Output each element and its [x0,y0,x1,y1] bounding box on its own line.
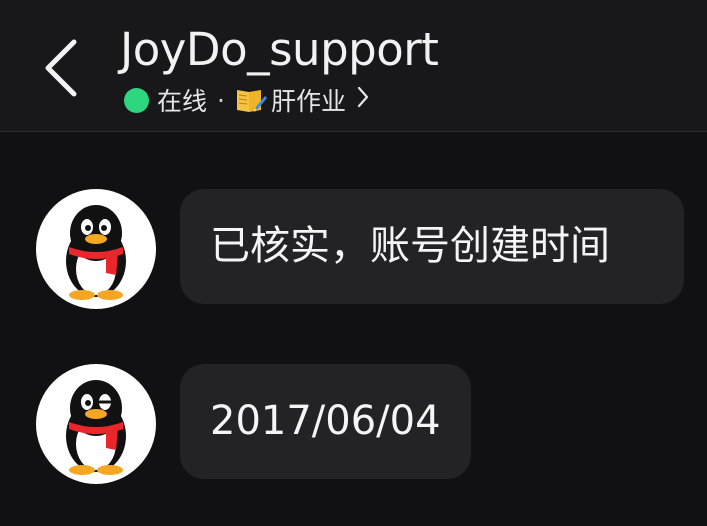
message-bubble[interactable]: 2017/06/04 [180,364,471,479]
activity-text: 肝作业 [270,87,346,116]
status-text: 在线 [157,87,208,116]
message-text: 2017/06/04 [210,398,441,444]
qq-penguin-avatar-icon [66,205,126,300]
book-pencil-icon [235,86,267,114]
chat-title[interactable]: JoyDo_support [120,20,439,80]
qq-penguin-avatar-icon [66,380,126,475]
avatar[interactable] [36,189,156,309]
back-button[interactable] [36,32,88,104]
message-bubble[interactable]: 已核实，账号创建时间 [180,189,684,304]
avatar[interactable] [36,364,156,484]
back-arrow-icon [45,39,77,97]
separator: · [217,85,225,115]
chevron-right-icon [356,85,370,115]
message-text: 已核实，账号创建时间 [210,223,610,269]
status-row[interactable]: 在线 · 肝作业 [124,82,370,118]
chat-header: JoyDo_support 在线 · 肝作业 [0,0,707,132]
online-status-dot-icon [124,87,149,113]
